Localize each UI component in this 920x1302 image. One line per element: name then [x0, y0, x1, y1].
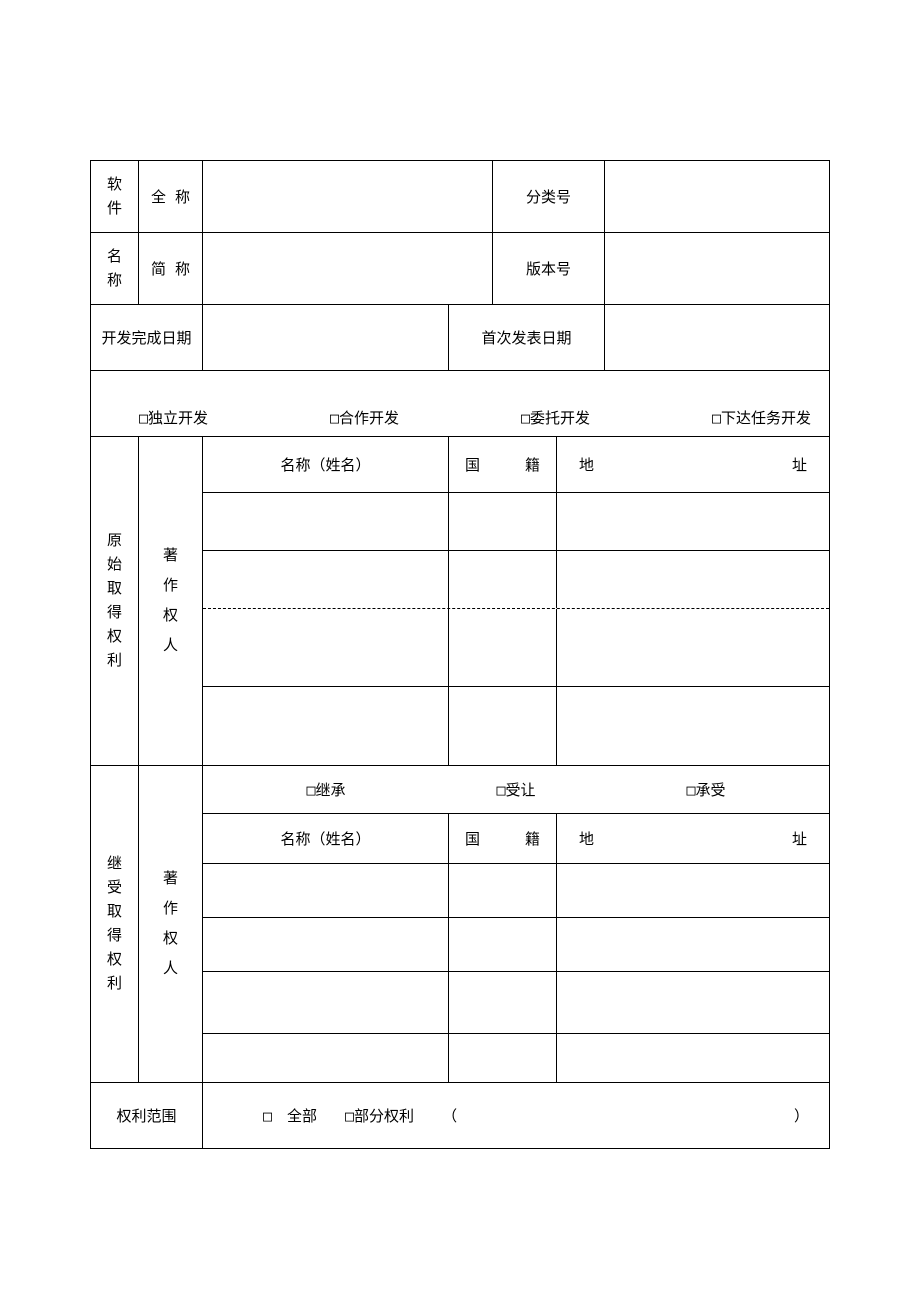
class-no-value[interactable] — [605, 161, 829, 232]
succ-row-nationality[interactable] — [449, 972, 557, 1033]
succ-row-name[interactable] — [203, 972, 449, 1033]
scope-label: 权利范围 — [91, 1083, 203, 1148]
succ-type-row: □继承 □受让 □承受 — [203, 766, 829, 813]
succ-row-nationality[interactable] — [449, 918, 557, 971]
successor-rights-section: 继受取得权利 著作权人 □继承 □受让 □承受 — [91, 766, 829, 1083]
orig-row-name[interactable] — [203, 493, 449, 550]
full-name-label: 全称 — [139, 161, 203, 232]
first-publish-date-value[interactable] — [605, 305, 829, 370]
checkbox-cooperative[interactable]: □合作开发 — [330, 407, 399, 428]
orig-row-address[interactable] — [557, 551, 829, 608]
succ-col-nationality: 国籍 — [449, 814, 557, 863]
succ-row-address[interactable] — [557, 972, 829, 1033]
paren-close: ） — [794, 1105, 809, 1126]
succ-row-nationality[interactable] — [449, 1034, 557, 1082]
succ-row-address[interactable] — [557, 864, 829, 917]
succ-col-address: 地址 — [557, 814, 829, 863]
class-no-label: 分类号 — [493, 161, 605, 232]
scope-content: □ 全部 □部分权利 （ ） — [203, 1083, 829, 1148]
version-value[interactable] — [605, 233, 829, 304]
orig-row-nationality[interactable] — [449, 687, 557, 765]
checkbox-assigned[interactable]: □下达任务开发 — [712, 407, 811, 428]
checkbox-inherit[interactable]: □继承 — [306, 779, 345, 800]
checkbox-entrusted[interactable]: □委托开发 — [521, 407, 590, 428]
full-name-value[interactable] — [203, 161, 493, 232]
short-name-label: 简称 — [139, 233, 203, 304]
original-holder-label: 著作权人 — [139, 437, 203, 765]
orig-row-nationality[interactable] — [449, 609, 557, 686]
succ-row-name[interactable] — [203, 1034, 449, 1082]
orig-row-name[interactable] — [203, 687, 449, 765]
checkbox-independent[interactable]: □独立开发 — [139, 407, 208, 428]
succ-row-nationality[interactable] — [449, 864, 557, 917]
succ-row-name[interactable] — [203, 864, 449, 917]
successor-holder-label: 著作权人 — [139, 766, 203, 1082]
short-name-value[interactable] — [203, 233, 493, 304]
orig-row-nationality[interactable] — [449, 551, 557, 608]
dev-mode-row: □独立开发 □合作开发 □委托开发 □下达任务开发 — [91, 371, 829, 436]
checkbox-scope-partial[interactable]: □部分权利 — [345, 1105, 414, 1126]
succ-col-name: 名称（姓名） — [203, 814, 449, 863]
first-publish-date-label: 首次发表日期 — [449, 305, 605, 370]
checkbox-bear[interactable]: □承受 — [686, 779, 725, 800]
software-name-group-lower: 名称 — [91, 233, 139, 304]
orig-row-name[interactable] — [203, 551, 449, 608]
registration-form: 软件 全称 分类号 // handled by generic binder b… — [90, 160, 830, 1149]
succ-row-name[interactable] — [203, 918, 449, 971]
paren-open: （ — [442, 1105, 457, 1126]
successor-section-label: 继受取得权利 — [91, 766, 139, 1082]
checkbox-transfer[interactable]: □受让 — [496, 779, 535, 800]
orig-row-address[interactable] — [557, 493, 829, 550]
orig-col-address: 地址 — [557, 437, 829, 492]
orig-col-nationality: 国籍 — [449, 437, 557, 492]
orig-row-name[interactable] — [203, 609, 449, 686]
orig-row-nationality[interactable] — [449, 493, 557, 550]
orig-row-address[interactable] — [557, 687, 829, 765]
succ-row-address[interactable] — [557, 918, 829, 971]
original-section-label: 原始取得权利 — [91, 437, 139, 765]
original-rights-section: 原始取得权利 著作权人 名称（姓名） 国籍 地址 — [91, 437, 829, 766]
orig-row-address[interactable] — [557, 609, 829, 686]
succ-row-address[interactable] — [557, 1034, 829, 1082]
dev-complete-date-label: 开发完成日期 — [91, 305, 203, 370]
checkbox-scope-all[interactable]: □ 全部 — [263, 1105, 317, 1126]
dev-complete-date-value[interactable] — [203, 305, 449, 370]
orig-col-name: 名称（姓名） — [203, 437, 449, 492]
version-label: 版本号 — [493, 233, 605, 304]
software-name-group-upper: 软件 — [91, 161, 139, 232]
